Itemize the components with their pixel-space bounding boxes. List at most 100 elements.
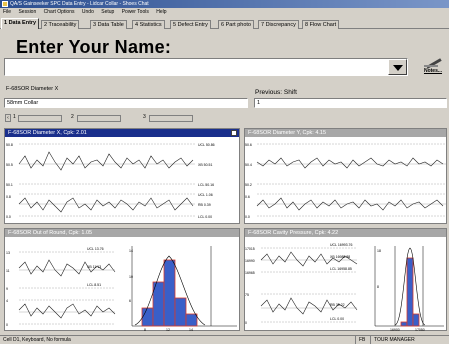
status-bar: Cell D1, Keyboard, No formula FB TOUR MA… (0, 335, 449, 344)
svg-text:9: 9 (6, 287, 8, 291)
svg-text:18: 18 (377, 249, 381, 253)
characteristic-field: F-68SOR Diameter X (4, 85, 248, 95)
svg-text:50.8: 50.8 (6, 143, 13, 147)
svg-text:UCL 16993.76: UCL 16993.76 (330, 243, 352, 247)
chart-panel-out-of-round[interactable]: F-68SOR Out of Round, Cpk: 1.05 13 11 9 4 0… (4, 228, 240, 331)
svg-text:0: 0 (6, 323, 8, 327)
name-dropdown-button[interactable] (388, 59, 407, 75)
svg-text:17050: 17050 (415, 328, 425, 331)
menu-undo[interactable]: Undo (82, 9, 94, 15)
tab-defect-entry[interactable]: 5 Defect Entry (170, 20, 211, 29)
chart-panel-title: F-68SOR Diameter Y, Cpk: 4.15 (248, 130, 327, 136)
previous-value-field: 1 (254, 98, 447, 108)
counter-field-3[interactable] (149, 115, 193, 122)
svg-text:16965: 16965 (245, 271, 255, 275)
menu-session[interactable]: Session (18, 9, 36, 15)
counter-label-2: 2 (71, 114, 74, 120)
svg-text:16990: 16990 (245, 259, 255, 263)
name-input[interactable] (4, 58, 408, 76)
spin-left-icon[interactable]: ‹ (5, 114, 11, 122)
chart-panel-header: F-68SOR Diameter Y, Cpk: 4.15 (245, 129, 446, 137)
svg-text:UCL 1.06: UCL 1.06 (198, 193, 213, 197)
menu-file[interactable]: File (3, 9, 11, 15)
svg-text:LCL 0.00: LCL 0.00 (330, 317, 344, 321)
tab-traceability[interactable]: 2 Traceability (41, 20, 80, 29)
svg-text:LCL 8.51: LCL 8.51 (87, 283, 101, 287)
counter-field-1[interactable] (18, 115, 62, 122)
svg-text:XB 11.13: XB 11.13 (87, 265, 101, 269)
pencil-icon (424, 56, 442, 68)
menu-setup[interactable]: Setup (101, 9, 114, 15)
tab-flow-chart[interactable]: 8 Flow Chart (302, 20, 340, 29)
svg-text:50.2: 50.2 (245, 183, 252, 187)
svg-text:50.4: 50.4 (245, 163, 252, 167)
xbar-r-histogram-chart: 13 11 9 4 0 UCL 13.76 XB 11.13 LCL 8.51 14 10 6… (6, 246, 237, 331)
svg-text:6: 6 (129, 299, 131, 303)
chart-panel-diameter-x[interactable]: F-68SOR Diameter X, Cpk: 2.01 50.8 50.5 50… (4, 128, 240, 224)
svg-text:UCL 13.76: UCL 13.76 (87, 247, 104, 251)
svg-text:12: 12 (166, 328, 170, 331)
menu-chart-options[interactable]: Chart Options (44, 9, 75, 15)
app-icon (2, 1, 8, 7)
range-line (18, 303, 116, 319)
xbar-line (18, 151, 194, 171)
svg-text:XB 16988.88: XB 16988.88 (330, 255, 350, 259)
svg-text:4: 4 (6, 299, 8, 303)
svg-text:0: 0 (245, 321, 247, 325)
tab-part-photo[interactable]: 6 Part photo (218, 20, 254, 29)
svg-text:14: 14 (189, 328, 193, 331)
tab-discrepancy[interactable]: 7 Discrepancy (258, 20, 299, 29)
name-prompt: Enter Your Name: (16, 37, 172, 57)
histogram-bars (400, 257, 420, 327)
svg-text:75: 75 (245, 293, 249, 297)
svg-text:14: 14 (129, 249, 133, 253)
svg-text:RB 0.39: RB 0.39 (198, 203, 211, 207)
svg-text:0.8: 0.8 (6, 195, 11, 199)
svg-text:16900: 16900 (390, 328, 400, 331)
menu-help[interactable]: Help (156, 9, 166, 15)
xbar-r-chart: 50.6 50.4 50.2 0.6 0.0 (245, 143, 446, 219)
svg-text:50.6: 50.6 (245, 143, 252, 147)
counter-label-1: 1 (13, 114, 16, 120)
svg-text:UCL 50.86: UCL 50.86 (198, 143, 215, 147)
svg-text:0.0: 0.0 (6, 215, 11, 219)
svg-text:11: 11 (6, 269, 10, 273)
tab-data-table[interactable]: 3 Data Table (90, 20, 127, 29)
chart-panel-cavity-pressure[interactable]: F-68SOR Cavity Pressure, Cpk: 4.22 17015… (244, 228, 447, 331)
tab-statistics[interactable]: 4 Statistics (132, 20, 165, 29)
svg-text:0.0: 0.0 (245, 215, 250, 219)
previous-label: Previous: Shift (255, 89, 297, 96)
menu-bar: File Session Chart Options Undo Setup Po… (0, 8, 449, 16)
title-bar: QA/S Gainseeker SPC Data Entry - Lidcar … (0, 0, 449, 8)
maximize-icon[interactable] (231, 130, 237, 136)
xbar-r-histogram-chart: 17015 16990 16965 75 0 UCL 16993.76 XB 16988… (245, 243, 444, 331)
chart-panel-header: F-68SOR Cavity Pressure, Cpk: 4.22 (245, 229, 446, 237)
chart-panel-header: F-68SOR Diameter X, Cpk: 2.01 (5, 129, 239, 137)
svg-text:LCL 50.16: LCL 50.16 (198, 183, 214, 187)
tab-strip: 1 Data Entry 2 Traceability 3 Data Table… (0, 17, 449, 29)
tab-data-entry[interactable]: 1 Data Entry (1, 18, 40, 29)
svg-text:0.6: 0.6 (245, 195, 250, 199)
svg-text:XB 50.51: XB 50.51 (198, 163, 212, 167)
counter-field-2[interactable] (77, 115, 121, 122)
svg-text:8: 8 (377, 285, 379, 289)
chart-panel-header: F-68SOR Out of Round, Cpk: 1.05 (5, 229, 239, 237)
histogram-bars (141, 259, 198, 327)
range-line (18, 197, 194, 213)
counter-label-3: 3 (143, 114, 146, 120)
svg-text:13: 13 (6, 251, 10, 255)
part-field: 58mm Collar (4, 98, 248, 108)
svg-text:8: 8 (144, 328, 146, 331)
svg-text:50.5: 50.5 (6, 163, 13, 167)
menu-power-tools[interactable]: Power Tools (122, 9, 149, 15)
xbar-line (256, 157, 444, 169)
chart-panel-diameter-y[interactable]: F-68SOR Diameter Y, Cpk: 4.15 50.6 50.4 50… (244, 128, 447, 224)
svg-text:LCL 0.00: LCL 0.00 (198, 215, 212, 219)
svg-text:50.1: 50.1 (6, 183, 13, 187)
notes-button[interactable]: Notes... (418, 56, 448, 78)
chart-panel-title: F-68SOR Cavity Pressure, Cpk: 4.22 (248, 230, 339, 236)
svg-text:17015: 17015 (245, 247, 255, 251)
svg-text:RB 35.22: RB 35.22 (330, 303, 345, 307)
svg-text:LCL 16958.85: LCL 16958.85 (330, 267, 352, 271)
window-title: QA/S Gainseeker SPC Data Entry - Lidcar … (10, 1, 149, 7)
